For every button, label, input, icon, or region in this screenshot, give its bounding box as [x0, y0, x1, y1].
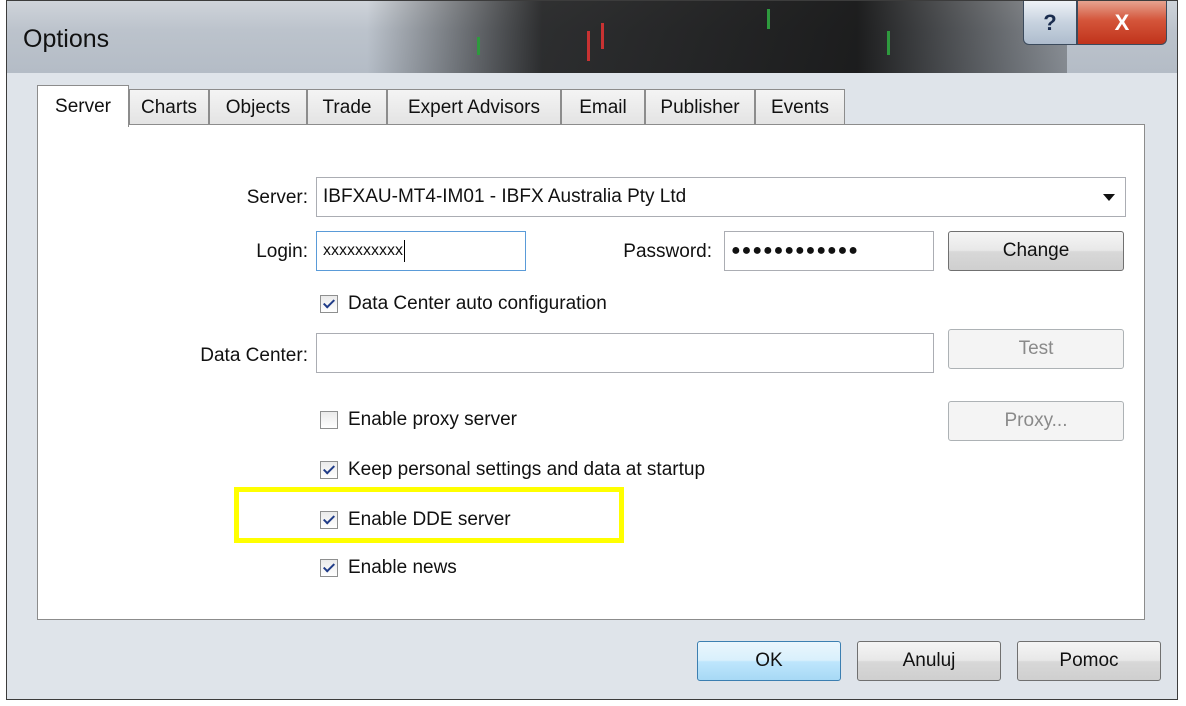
- dc-auto-config-label: Data Center auto configuration: [348, 293, 607, 314]
- proxy-button[interactable]: Proxy...: [948, 401, 1124, 441]
- password-input-value: ●●●●●●●●●●●●: [731, 242, 859, 259]
- password-label: Password:: [623, 241, 712, 262]
- title-bar[interactable]: Options ? X: [7, 1, 1177, 73]
- news-checkbox[interactable]: [320, 559, 338, 577]
- dc-auto-config-checkbox[interactable]: [320, 295, 338, 313]
- server-label: Server:: [246, 187, 308, 208]
- tab-publisher[interactable]: Publisher: [645, 89, 755, 125]
- help-button[interactable]: ?: [1023, 1, 1077, 45]
- keep-settings-checkbox[interactable]: [320, 461, 338, 479]
- close-icon: X: [1114, 9, 1130, 35]
- dc-auto-config-checkbox-row[interactable]: Data Center auto configuration: [320, 291, 607, 317]
- chart-candle-decor: [601, 23, 604, 49]
- server-tab-panel: Server: IBFXAU-MT4-IM01 - IBFX Australia…: [37, 124, 1145, 620]
- chart-candle-decor: [587, 31, 590, 61]
- keep-settings-checkbox-row[interactable]: Keep personal settings and data at start…: [320, 457, 705, 483]
- dde-server-checkbox-row[interactable]: Enable DDE server: [320, 507, 511, 533]
- news-checkbox-row[interactable]: Enable news: [320, 555, 457, 581]
- tab-objects[interactable]: Objects: [209, 89, 307, 125]
- keep-settings-label: Keep personal settings and data at start…: [348, 459, 706, 480]
- chevron-down-icon[interactable]: [1103, 194, 1115, 201]
- proxy-checkbox-label: Enable proxy server: [348, 409, 517, 430]
- proxy-checkbox-row[interactable]: Enable proxy server: [320, 407, 517, 433]
- login-label: Login:: [256, 241, 308, 262]
- tab-server[interactable]: Server: [37, 85, 129, 127]
- cancel-button[interactable]: Anuluj: [857, 641, 1001, 681]
- dde-server-label: Enable DDE server: [348, 509, 511, 530]
- tab-charts[interactable]: Charts: [129, 89, 209, 125]
- tab-trade[interactable]: Trade: [307, 89, 387, 125]
- tab-events[interactable]: Events: [755, 89, 845, 125]
- ok-button[interactable]: OK: [697, 641, 841, 681]
- test-button[interactable]: Test: [948, 329, 1124, 369]
- dde-server-checkbox[interactable]: [320, 511, 338, 529]
- news-label: Enable news: [348, 557, 457, 578]
- chart-candle-decor: [767, 9, 770, 29]
- options-dialog: Options ? X Server Charts Objects Trade …: [6, 0, 1178, 700]
- change-button[interactable]: Change: [948, 231, 1124, 271]
- login-input-value: xxxxxxxxxx: [323, 242, 403, 259]
- title-bar-background-chart: [367, 1, 1067, 73]
- close-button[interactable]: X: [1077, 1, 1167, 45]
- server-dropdown-value: IBFXAU-MT4-IM01 - IBFX Australia Pty Ltd: [323, 186, 687, 207]
- tab-expert-advisors[interactable]: Expert Advisors: [387, 89, 561, 125]
- server-dropdown[interactable]: IBFXAU-MT4-IM01 - IBFX Australia Pty Ltd: [316, 177, 1126, 217]
- help-icon: ?: [1043, 9, 1057, 35]
- chart-candle-decor: [477, 37, 480, 55]
- help-footer-button[interactable]: Pomoc: [1017, 641, 1161, 681]
- chart-candle-decor: [887, 31, 890, 55]
- login-input[interactable]: xxxxxxxxxx: [316, 231, 526, 271]
- data-center-input[interactable]: [316, 333, 934, 373]
- tab-email[interactable]: Email: [561, 89, 645, 125]
- data-center-label: Data Center:: [200, 345, 308, 366]
- password-input[interactable]: ●●●●●●●●●●●●: [724, 231, 934, 271]
- proxy-checkbox[interactable]: [320, 411, 338, 429]
- text-caret: [404, 240, 405, 262]
- window-title: Options: [23, 25, 110, 53]
